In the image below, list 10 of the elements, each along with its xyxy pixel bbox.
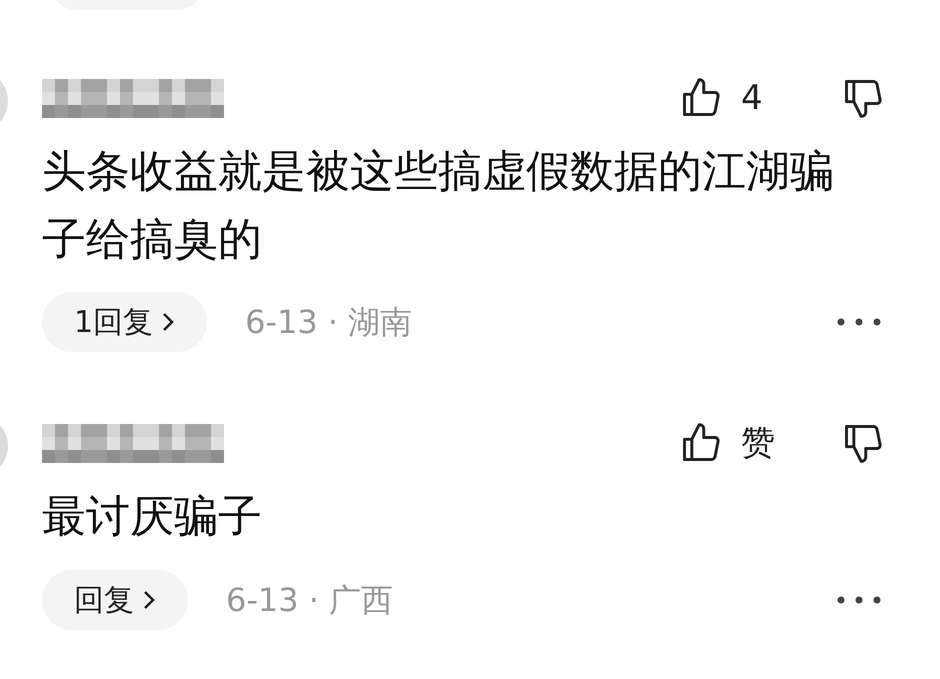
comment-text: 头条收益就是被这些搞虚假数据的江湖骗子给搞臭的 [41,145,835,267]
comment-date-location: 6-13 · 湖南 [245,302,412,343]
reply-button[interactable]: 1回复 [42,292,208,352]
more-icon[interactable] [836,317,882,327]
more-icon[interactable] [836,595,882,605]
comment-text: 最讨厌骗子 [41,490,263,544]
reply-button[interactable]: 回复 [42,570,188,630]
comment-date-location: 6-13 · 广西 [226,580,394,621]
like-count: 赞 [741,422,776,464]
like-count: 4 [741,76,764,120]
